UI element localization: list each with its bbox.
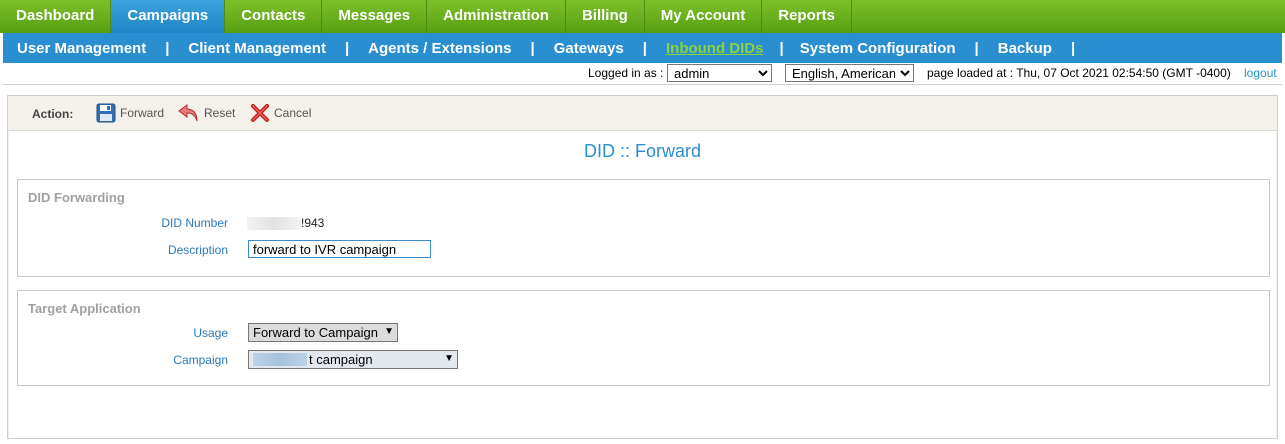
page-loaded-timestamp: page loaded at : Thu, 07 Oct 2021 02:54:…	[927, 66, 1231, 80]
usage-label: Usage	[193, 326, 228, 340]
main-nav: Dashboard Campaigns Contacts Messages Ad…	[0, 0, 1285, 33]
subnav-separator: |	[974, 39, 979, 57]
close-icon	[251, 104, 269, 122]
user-select[interactable]: admin	[667, 64, 772, 82]
campaign-select[interactable]: t campaign ▼	[248, 350, 458, 369]
reset-label: Reset	[204, 106, 236, 120]
usage-select[interactable]: Forward to Campaign ▼	[248, 323, 398, 342]
save-icon	[96, 103, 116, 123]
subnav-separator: |	[165, 39, 170, 57]
did-number-label: DID Number	[161, 216, 228, 230]
tab-messages[interactable]: Messages	[322, 0, 428, 33]
logged-in-label: Logged in as :	[588, 66, 664, 80]
target-application-legend: Target Application	[28, 301, 141, 316]
tab-billing[interactable]: Billing	[566, 0, 645, 33]
description-label: Description	[167, 243, 228, 257]
did-number-value: !943	[247, 216, 324, 231]
language-select[interactable]: English, American	[785, 64, 914, 82]
subnav-separator: |	[344, 39, 350, 57]
tab-contacts[interactable]: Contacts	[225, 0, 323, 33]
redacted-value	[247, 217, 301, 231]
forward-button[interactable]: Forward	[96, 102, 164, 124]
subnav-agents-extensions[interactable]: Agents / Extensions	[368, 40, 511, 57]
subnav-separator: |	[530, 39, 535, 57]
tab-my-account[interactable]: My Account	[645, 0, 763, 33]
main-panel: Action: Forward Reset Cancel DID:: Forw…	[7, 95, 1278, 439]
subnav-backup[interactable]: Backup	[998, 40, 1052, 57]
tab-reports[interactable]: Reports	[762, 0, 852, 33]
forward-label: Forward	[120, 106, 165, 120]
page-title: DID :: Forward	[583, 141, 702, 161]
status-bar: Logged in as : admin English, American p…	[3, 63, 1282, 85]
cancel-label: Cancel	[274, 106, 312, 120]
cancel-button[interactable]: Cancel	[250, 102, 311, 124]
subnav-separator: |	[1070, 39, 1076, 57]
subnav-inbound-dids[interactable]: Inbound DIDs	[666, 40, 764, 57]
reset-button[interactable]: Reset	[178, 102, 235, 124]
description-input[interactable]	[248, 240, 431, 258]
did-forwarding-fieldset: DID Forwarding DID Number !943 Descripti…	[17, 179, 1270, 277]
redacted-value	[253, 353, 307, 366]
subnav-separator: |	[779, 39, 784, 57]
subnav-client-management[interactable]: Client Management	[188, 40, 326, 57]
subnav-gateways[interactable]: Gateways	[554, 40, 624, 57]
subnav-user-management[interactable]: User Management	[17, 40, 146, 57]
campaign-label: Campaign	[173, 353, 228, 367]
action-label: Action:	[32, 107, 74, 121]
subnav-separator: |	[642, 39, 647, 57]
chevron-down-icon: ▼	[444, 353, 454, 364]
tab-administration[interactable]: Administration	[427, 0, 566, 33]
sub-nav: User Management | Client Management | Ag…	[3, 33, 1282, 63]
tab-dashboard[interactable]: Dashboard	[0, 0, 112, 33]
target-application-fieldset: Target Application Usage Forward to Camp…	[17, 290, 1270, 386]
action-bar: Action: Forward Reset Cancel	[8, 96, 1277, 131]
subnav-system-configuration[interactable]: System Configuration	[800, 40, 956, 57]
form-content: DID :: Forward DID Forwarding DID Number…	[9, 131, 1276, 438]
chevron-down-icon: ▼	[384, 326, 394, 337]
undo-arrow-icon	[178, 104, 198, 122]
tab-campaigns[interactable]: Campaigns	[111, 0, 226, 33]
did-forwarding-legend: DID Forwarding	[28, 190, 125, 205]
logout-link[interactable]: logout	[1244, 66, 1277, 80]
